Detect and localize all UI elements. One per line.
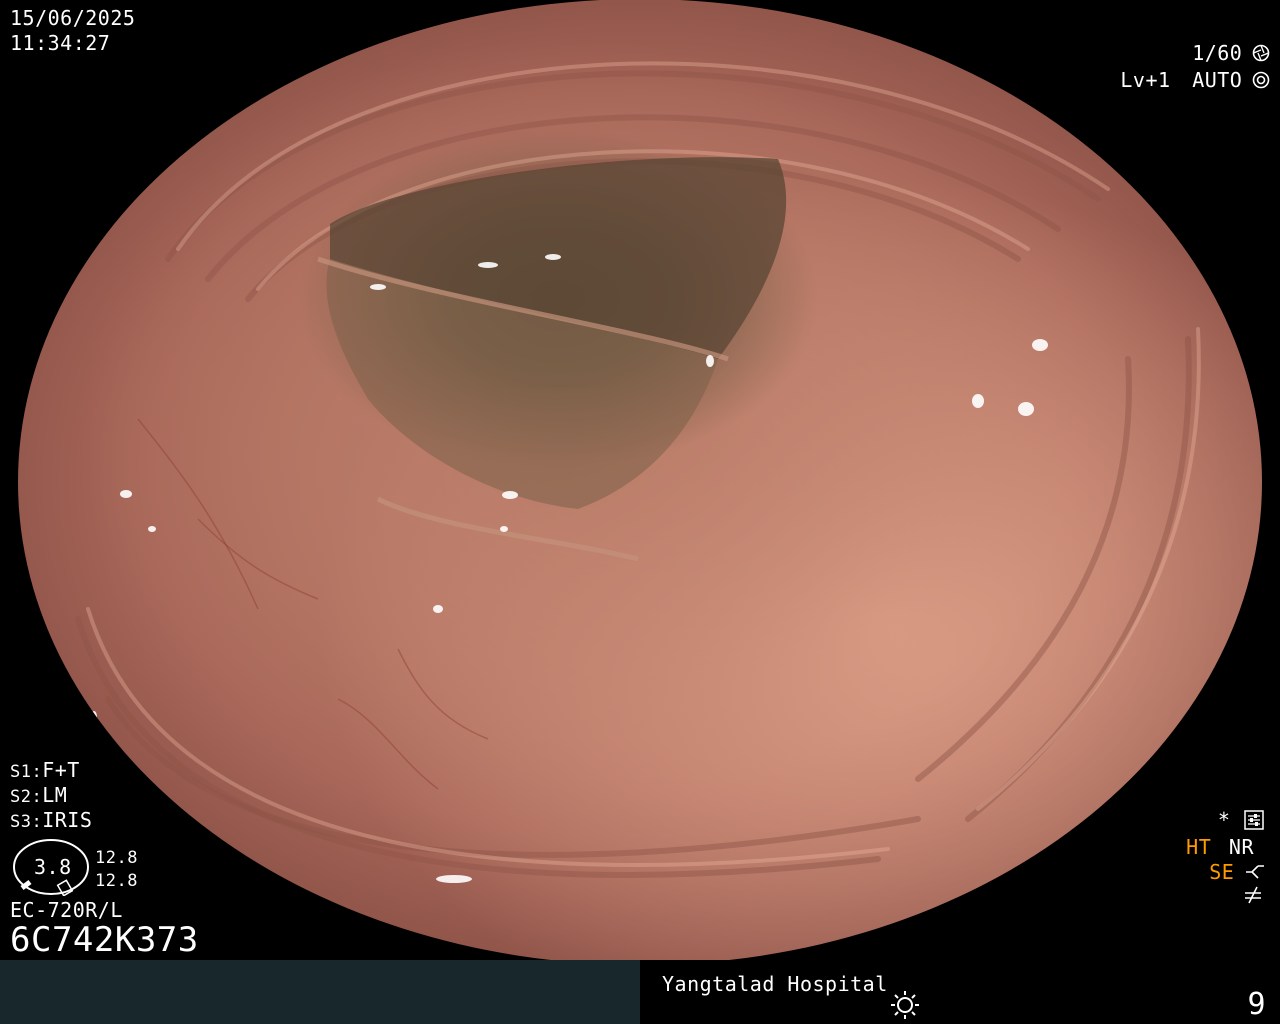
gauge-side-top: 12.8	[95, 848, 138, 868]
setting-s2: S2:LM	[10, 783, 67, 809]
setting-key: S3:	[10, 812, 43, 832]
status-star-row: *	[1218, 808, 1264, 832]
status-ht-row: HT NR	[1186, 835, 1254, 859]
se-indicator: SE	[1209, 860, 1235, 884]
aperture-icon	[1252, 44, 1270, 62]
exposure-readout: Lv+1 AUTO	[1120, 68, 1270, 92]
setting-value: IRIS	[42, 808, 93, 832]
hospital-name: Yangtalad Hospital	[662, 972, 888, 996]
setting-key: S2:	[10, 787, 43, 807]
endoscopy-image	[18, 0, 1262, 965]
setting-s1: S1:F+T	[10, 758, 80, 784]
scope-model: EC-720R/L	[10, 898, 123, 922]
time-display: 11:34:27	[10, 31, 111, 55]
image-counter: 9	[1247, 987, 1266, 1022]
setting-key: S1:	[10, 762, 43, 782]
serial-number: 6C742K373	[10, 920, 199, 960]
shutter-readout: 1/60	[1192, 41, 1270, 65]
level-value: Lv+1	[1120, 68, 1171, 92]
nr-indicator: NR	[1228, 835, 1254, 859]
status-se-row: SE	[1209, 860, 1266, 884]
setting-value: LM	[42, 783, 68, 807]
setting-value: F+T	[42, 758, 80, 782]
bending-gauge: 3.8	[12, 838, 90, 896]
date-display: 15/06/2025	[10, 6, 136, 30]
settings-sliders-icon	[1244, 810, 1264, 830]
star-marker: *	[1217, 808, 1231, 832]
gauge-value: 3.8	[34, 855, 72, 879]
enhance-icon	[1244, 862, 1266, 882]
bottom-bar-left-panel	[0, 960, 640, 1024]
auto-iris-icon	[1252, 71, 1270, 89]
setting-s3: S3:IRIS	[10, 808, 92, 834]
bottom-bar-right-panel: Yangtalad Hospital 9	[640, 960, 1280, 1024]
brightness-icon	[890, 990, 920, 1020]
exposure-mode: AUTO	[1192, 68, 1243, 92]
freeze-icon	[1242, 884, 1264, 906]
shutter-value: 1/60	[1192, 41, 1243, 65]
ht-indicator: HT	[1186, 835, 1212, 859]
colon-mucosa-illustration	[75, 61, 1201, 929]
bottom-bar: Yangtalad Hospital 9	[0, 960, 1280, 1024]
gauge-side-bottom: 12.8	[95, 871, 138, 891]
